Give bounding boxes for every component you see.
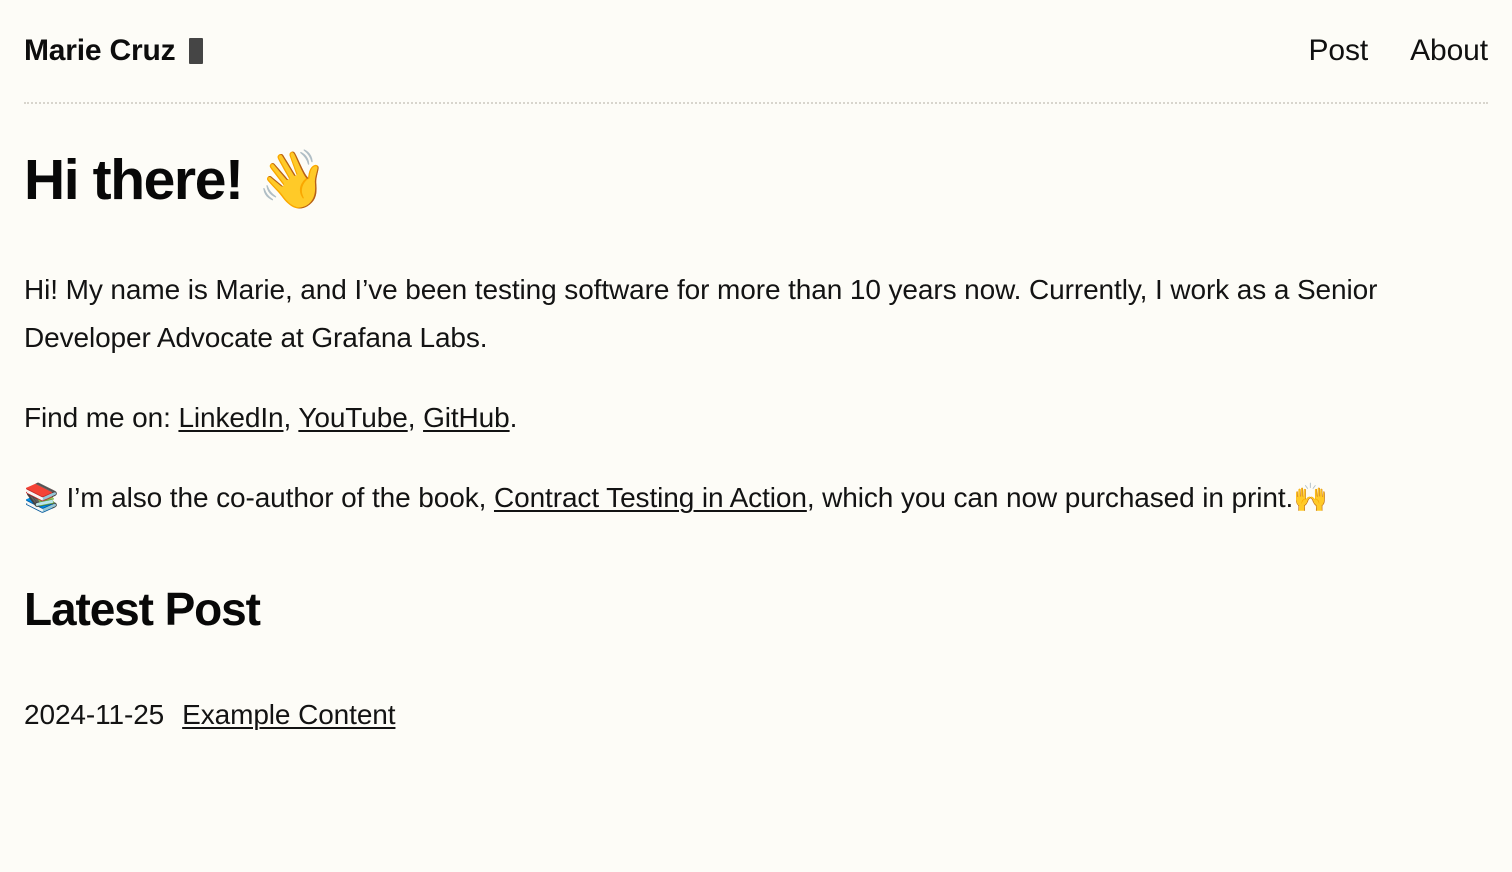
post-title-link[interactable]: Example Content <box>182 698 395 732</box>
book-suffix-text: , which you can now purchased in print. <box>806 481 1294 513</box>
book-prefix-text: I’m also the co-author of the book, <box>58 481 494 513</box>
nav-item-post[interactable]: Post <box>1308 36 1368 66</box>
site-brand-link[interactable]: Marie Cruz <box>24 34 204 67</box>
comma-separator-2: , <box>407 401 424 433</box>
post-list: 2024-11-25 Example Content <box>24 698 1488 732</box>
period-separator: . <box>509 401 518 433</box>
post-list-item: 2024-11-25 Example Content <box>24 698 1488 732</box>
books-emoji: 📚 <box>24 480 59 514</box>
site-brand-name: Marie Cruz <box>24 34 176 67</box>
page-root: Marie Cruz Post About Hi there! 👋 Hi! My… <box>0 0 1512 872</box>
block-caret-icon <box>189 38 204 64</box>
main-content: Hi there! 👋 Hi! My name is Marie, and I’… <box>24 104 1488 732</box>
link-github[interactable]: GitHub <box>423 402 510 433</box>
link-contract-testing-in-action[interactable]: Contract Testing in Action <box>494 482 807 513</box>
comma-separator-1: , <box>283 401 299 433</box>
page-title: Hi there! 👋 <box>24 147 1488 213</box>
site-header: Marie Cruz Post About <box>24 0 1488 102</box>
nav-item-about[interactable]: About <box>1410 36 1488 66</box>
book-paragraph: 📚 I’m also the co-author of the book, Co… <box>24 474 1488 522</box>
find-me-paragraph: Find me on: LinkedIn, YouTube, GitHub. <box>24 394 1488 442</box>
intro-paragraph: Hi! My name is Marie, and I’ve been test… <box>24 273 1378 353</box>
find-me-prefix: Find me on: <box>24 401 179 433</box>
link-youtube[interactable]: YouTube <box>298 402 407 433</box>
section-title-latest-post: Latest Post <box>24 582 261 635</box>
primary-navigation: Post About <box>1308 36 1488 66</box>
page-title-text: Hi there! <box>24 148 244 212</box>
raising-hands-emoji: 🙌 <box>1293 480 1328 514</box>
waving-hand-emoji: 👋 <box>257 147 328 213</box>
link-linkedin[interactable]: LinkedIn <box>178 402 283 433</box>
post-date: 2024-11-25 <box>24 699 165 731</box>
